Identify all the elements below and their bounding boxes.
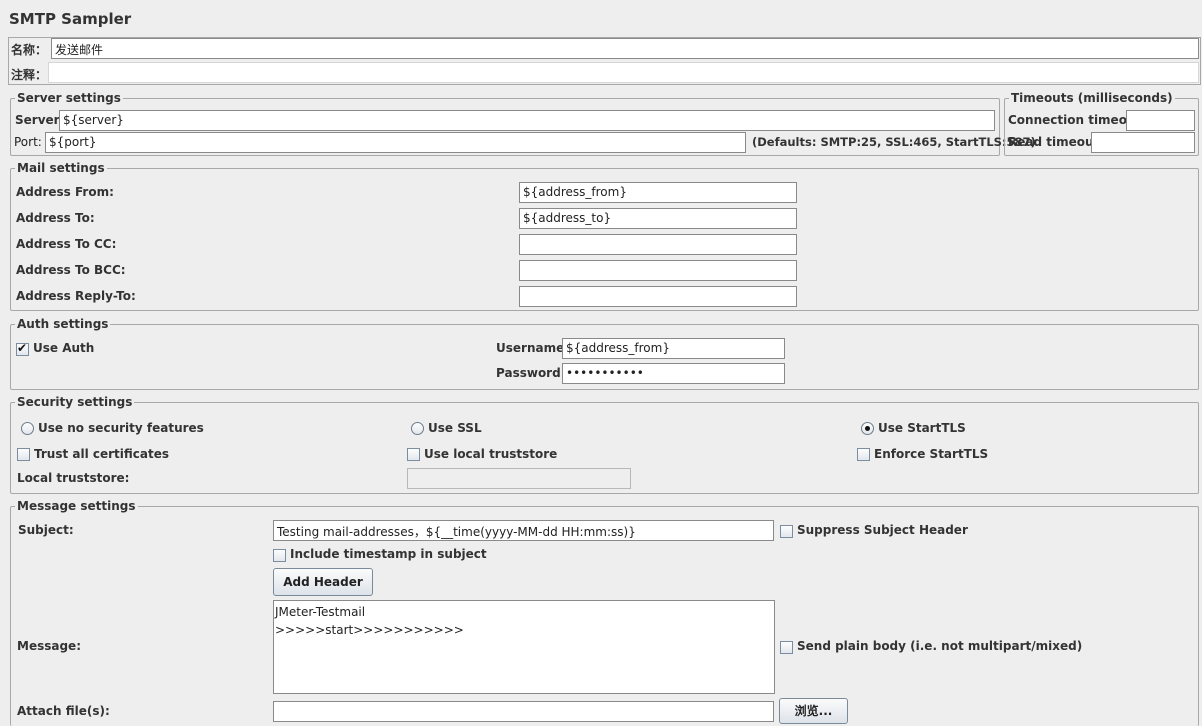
connection-timeout-field[interactable] <box>1126 110 1195 131</box>
address-bcc-label: Address To BCC: <box>16 263 126 277</box>
message-line-2: >>>>>start>>>>>>>>>>> <box>275 623 464 637</box>
radio-use-ssl-label: Use SSL <box>428 421 482 435</box>
name-field[interactable]: 发送邮件 <box>51 38 1199 59</box>
comment-field[interactable] <box>48 62 1199 83</box>
message-label: Message: <box>17 639 81 653</box>
suppress-subject-checkbox[interactable] <box>780 525 793 538</box>
add-header-button[interactable]: Add Header <box>273 568 373 596</box>
include-timestamp-label: Include timestamp in subject <box>290 547 487 561</box>
password-label: Password: <box>496 366 566 380</box>
local-truststore-field <box>407 468 631 489</box>
name-label: 名称： <box>11 43 48 57</box>
radio-use-starttls-label: Use StartTLS <box>878 421 966 435</box>
address-cc-field[interactable] <box>519 234 797 255</box>
page-title: SMTP Sampler <box>9 10 132 28</box>
address-from-field[interactable]: ${address_from} <box>519 182 797 203</box>
address-cc-label: Address To CC: <box>16 237 117 251</box>
suppress-subject-label: Suppress Subject Header <box>797 523 968 537</box>
message-line-1: JMeter-Testmail <box>275 605 366 619</box>
trust-all-label: Trust all certificates <box>34 447 170 461</box>
server-label: Server: <box>15 113 65 127</box>
comment-label: 注释： <box>11 68 48 82</box>
port-field[interactable]: ${port} <box>45 132 746 153</box>
radio-use-ssl[interactable] <box>411 422 424 435</box>
radio-no-security-label: Use no security features <box>38 421 204 435</box>
address-to-field[interactable]: ${address_to} <box>519 208 797 229</box>
address-from-label: Address From: <box>16 185 114 199</box>
use-auth-label: Use Auth <box>33 341 95 355</box>
subject-label: Subject: <box>18 523 74 537</box>
browse-button[interactable]: 浏览... <box>779 698 848 724</box>
attach-files-field[interactable] <box>273 701 774 722</box>
attach-files-label: Attach file(s): <box>17 704 110 718</box>
username-label: Username: <box>496 341 570 355</box>
radio-no-security[interactable] <box>21 422 34 435</box>
enforce-starttls-label: Enforce StartTLS <box>874 447 989 461</box>
include-timestamp-checkbox[interactable] <box>273 549 286 562</box>
local-truststore-checkbox[interactable] <box>407 448 420 461</box>
address-to-label: Address To: <box>16 211 95 225</box>
security-settings-legend: Security settings <box>15 395 135 409</box>
auth-settings-legend: Auth settings <box>15 317 111 331</box>
local-truststore-label: Local truststore: <box>17 471 130 485</box>
read-timeout-field[interactable] <box>1091 132 1195 153</box>
local-truststore-checkbox-label: Use local truststore <box>424 447 558 461</box>
message-settings-legend: Message settings <box>15 499 138 513</box>
server-settings-legend: Server settings <box>15 91 123 105</box>
address-reply-to-field[interactable] <box>519 286 797 307</box>
address-reply-to-label: Address Reply-To: <box>16 289 136 303</box>
password-field[interactable]: ••••••••••• <box>562 363 785 384</box>
trust-all-checkbox[interactable] <box>17 448 30 461</box>
address-bcc-field[interactable] <box>519 260 797 281</box>
server-field[interactable]: ${server} <box>59 110 995 131</box>
message-textarea[interactable]: JMeter-Testmail >>>>>start>>>>>>>>>>> <box>273 600 775 694</box>
port-defaults-text: (Defaults: SMTP:25, SSL:465, StartTLS:58… <box>752 135 1036 149</box>
read-timeout-label: Read timeout: <box>1008 135 1105 149</box>
username-field[interactable]: ${address_from} <box>562 338 785 359</box>
subject-field[interactable]: Testing mail-addresses，${__time(yyyy-MM-… <box>273 520 774 541</box>
enforce-starttls-checkbox[interactable] <box>857 448 870 461</box>
mail-settings-legend: Mail settings <box>15 161 107 175</box>
radio-use-starttls[interactable] <box>861 422 874 435</box>
send-plain-body-checkbox[interactable] <box>780 641 793 654</box>
use-auth-checkbox[interactable] <box>16 341 29 356</box>
send-plain-body-label: Send plain body (i.e. not multipart/mixe… <box>797 639 1083 653</box>
port-label: Port: <box>14 135 42 149</box>
timeouts-legend: Timeouts (milliseconds) <box>1009 91 1175 105</box>
